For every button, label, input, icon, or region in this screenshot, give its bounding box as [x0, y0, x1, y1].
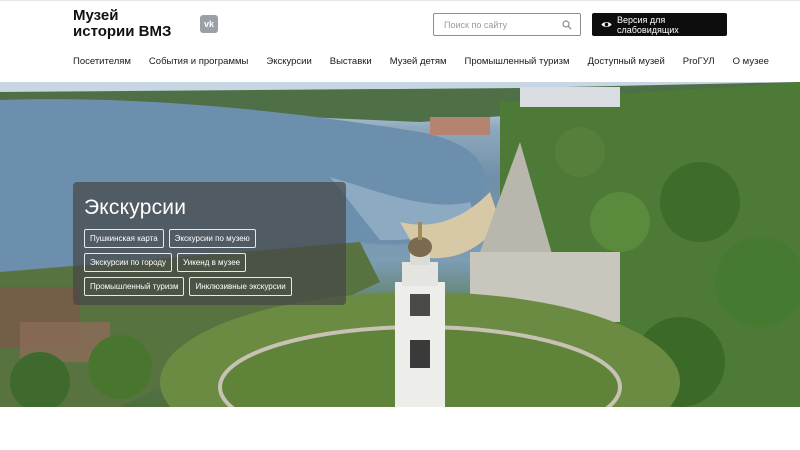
nav-item-industrial-tourism[interactable]: Промышленный туризм: [465, 56, 570, 67]
search-icon[interactable]: [562, 19, 572, 30]
excursions-panel: Экскурсии Пушкинская карта Экскурсии по …: [73, 182, 346, 305]
page-title: Экскурсии: [84, 196, 187, 219]
tag-museum-tours[interactable]: Экскурсии по музею: [168, 229, 256, 248]
site-logo[interactable]: Музей истории ВМЗ: [73, 8, 171, 40]
hero-banner: Экскурсии Пушкинская карта Экскурсии по …: [0, 82, 800, 407]
tag-inclusive-tours[interactable]: Инклюзивные экскурсии: [189, 277, 292, 296]
nav-item-exhibitions[interactable]: Выставки: [330, 56, 372, 67]
nav-item-accessible-museum[interactable]: Доступный музей: [588, 56, 665, 67]
eye-icon: [601, 19, 612, 30]
nav-item-visitors[interactable]: Посетителям: [73, 56, 131, 67]
blind-version-label: Версия для слабовидящих: [617, 14, 679, 35]
vk-icon[interactable]: vk: [200, 15, 218, 33]
tag-pushkin-card[interactable]: Пушкинская карта: [84, 229, 164, 248]
nav-item-excursions[interactable]: Экскурсии: [266, 56, 311, 67]
tag-weekend[interactable]: Уикенд в музее: [177, 253, 247, 272]
nav-item-events[interactable]: События и программы: [149, 56, 248, 67]
nav-item-kids[interactable]: Музей детям: [390, 56, 447, 67]
logo-line-1: Музей: [73, 7, 119, 24]
blind-version-button[interactable]: Версия для слабовидящих: [592, 13, 727, 36]
search-input[interactable]: [444, 19, 562, 30]
site-header: Музей истории ВМЗ vk Версия для слабовид…: [0, 0, 800, 82]
search-box: [433, 13, 581, 36]
nav-item-progul[interactable]: ProГУЛ: [683, 56, 715, 67]
nav-item-about[interactable]: О музее: [733, 56, 769, 67]
logo-line-2: истории ВМЗ: [73, 23, 172, 40]
tag-city-tours[interactable]: Экскурсии по городу: [84, 253, 173, 272]
excursion-tags: Пушкинская карта Экскурсии по музею Экск…: [84, 229, 335, 301]
main-nav: Посетителям События и программы Экскурси…: [73, 56, 769, 67]
tag-industrial-tourism[interactable]: Промышленный туризм: [84, 277, 185, 296]
